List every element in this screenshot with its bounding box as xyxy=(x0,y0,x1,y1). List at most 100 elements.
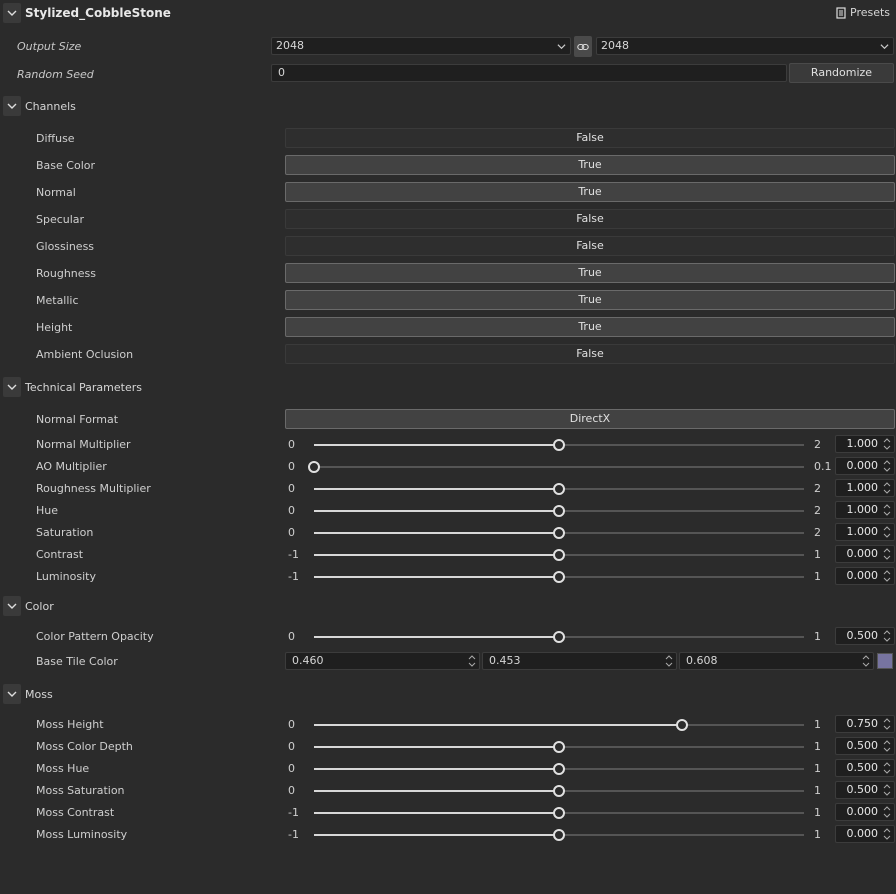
collapse-channels-button[interactable] xyxy=(3,96,21,116)
collapse-color-button[interactable] xyxy=(3,596,21,616)
slider-track[interactable] xyxy=(314,439,804,451)
slider-value-input[interactable]: 0.500 xyxy=(835,759,895,777)
channel-label: Roughness xyxy=(36,267,97,280)
collapse-moss-button[interactable] xyxy=(3,684,21,704)
slider-track[interactable] xyxy=(314,483,804,495)
channel-label: Diffuse xyxy=(36,132,75,145)
slider-track[interactable] xyxy=(314,763,804,775)
slider-handle[interactable] xyxy=(553,571,565,583)
presets-button[interactable]: Presets xyxy=(836,6,890,19)
channel-toggle-button[interactable]: True xyxy=(285,263,895,283)
slider-handle[interactable] xyxy=(308,461,320,473)
slider-fill xyxy=(314,576,559,578)
base-tile-b-input[interactable]: 0.608 xyxy=(679,652,874,670)
slider-handle[interactable] xyxy=(675,719,688,731)
slider-value-input[interactable]: 0.000 xyxy=(835,803,895,821)
slider-label: Moss Hue xyxy=(36,762,90,775)
slider-handle[interactable] xyxy=(553,763,565,775)
base-tile-r-input[interactable]: 0.460 xyxy=(285,652,480,670)
slider-track[interactable] xyxy=(314,741,804,753)
slider-value-input[interactable]: 0.750 xyxy=(835,715,895,733)
output-height-value: 2048 xyxy=(601,39,629,52)
slider-max-label: 2 xyxy=(814,438,821,451)
channel-toggle-button[interactable]: True xyxy=(285,155,895,175)
base-tile-color-swatch[interactable] xyxy=(877,653,893,669)
slider-handle[interactable] xyxy=(553,829,565,841)
slider-handle[interactable] xyxy=(553,631,565,643)
slider-handle[interactable] xyxy=(553,505,565,517)
channel-label: Specular xyxy=(36,213,85,226)
channel-toggle-button[interactable]: True xyxy=(285,290,895,310)
collapse-main-button[interactable] xyxy=(3,3,21,23)
slider-value-input[interactable]: 0.500 xyxy=(835,737,895,755)
slider-value-input[interactable]: 0.000 xyxy=(835,825,895,843)
slider-track[interactable] xyxy=(314,571,804,583)
slider-label: Normal Multiplier xyxy=(36,438,131,451)
slider-fill xyxy=(314,746,559,748)
slider-value: 0.500 xyxy=(846,761,879,774)
slider-track[interactable] xyxy=(314,527,804,539)
slider-handle[interactable] xyxy=(553,741,565,753)
slider-track[interactable] xyxy=(314,505,804,517)
slider-handle[interactable] xyxy=(553,527,565,539)
slider-handle[interactable] xyxy=(553,483,565,495)
random-seed-input[interactable]: 0 xyxy=(271,64,787,82)
slider-min-label: -1 xyxy=(288,828,299,841)
channel-toggle-button[interactable]: True xyxy=(285,317,895,337)
channel-toggle-button[interactable]: True xyxy=(285,182,895,202)
slider-track[interactable] xyxy=(314,807,804,819)
slider-handle[interactable] xyxy=(553,807,565,819)
slider-label: Moss Height xyxy=(36,718,104,731)
output-width-select[interactable]: 2048 xyxy=(271,37,571,55)
slider-value: 0.000 xyxy=(846,569,879,582)
channel-toggle-button[interactable]: False xyxy=(285,344,895,364)
slider-track[interactable] xyxy=(308,461,804,473)
base-tile-g-input[interactable]: 0.453 xyxy=(482,652,677,670)
slider-track[interactable] xyxy=(314,719,804,731)
slider-value-input[interactable]: 0.000 xyxy=(835,545,895,563)
slider-max-label: 2 xyxy=(814,482,821,495)
channel-toggle-button[interactable]: False xyxy=(285,236,895,256)
slider-value: 0.500 xyxy=(846,783,879,796)
slider-value-input[interactable]: 1.000 xyxy=(835,523,895,541)
slider-max-label: 1 xyxy=(814,762,821,775)
slider-track[interactable] xyxy=(314,549,804,561)
slider-value-input[interactable]: 0.500 xyxy=(835,781,895,799)
spinner-icon xyxy=(883,784,891,796)
channel-toggle-button[interactable]: False xyxy=(285,128,895,148)
chevron-down-icon xyxy=(7,603,17,609)
base-tile-b-value: 0.608 xyxy=(686,654,718,667)
chevron-down-icon xyxy=(7,10,17,16)
slider-value-input[interactable]: 0.500 xyxy=(835,627,895,645)
slider-min-label: 0 xyxy=(288,740,295,753)
channel-toggle-button[interactable]: False xyxy=(285,209,895,229)
link-size-button[interactable] xyxy=(574,36,592,57)
slider-handle[interactable] xyxy=(553,785,565,797)
collapse-technical-button[interactable] xyxy=(3,377,21,397)
channel-label: Metallic xyxy=(36,294,79,307)
slider-min-label: -1 xyxy=(288,548,299,561)
slider-value-input[interactable]: 0.000 xyxy=(835,567,895,585)
slider-handle[interactable] xyxy=(553,439,565,451)
slider-handle[interactable] xyxy=(553,549,565,561)
normal-format-button[interactable]: DirectX xyxy=(285,409,895,429)
slider-track[interactable] xyxy=(314,631,804,643)
slider-value-input[interactable]: 1.000 xyxy=(835,435,895,453)
slider-value: 0.000 xyxy=(846,827,879,840)
spinner-icon xyxy=(665,655,673,667)
output-height-select[interactable]: 2048 xyxy=(596,37,894,55)
channel-label: Base Color xyxy=(36,159,96,172)
slider-value-input[interactable]: 1.000 xyxy=(835,501,895,519)
graph-title: Stylized_CobbleStone xyxy=(25,6,171,20)
slider-fill xyxy=(314,510,559,512)
slider-label: Hue xyxy=(36,504,59,517)
slider-max-label: 0.1 xyxy=(814,460,832,473)
slider-value-input[interactable]: 1.000 xyxy=(835,479,895,497)
randomize-button[interactable]: Randomize xyxy=(789,63,894,83)
slider-track[interactable] xyxy=(314,785,804,797)
channel-label: Normal xyxy=(36,186,76,199)
spinner-icon xyxy=(883,504,891,516)
slider-label: Saturation xyxy=(36,526,94,539)
slider-track[interactable] xyxy=(314,829,804,841)
slider-value-input[interactable]: 0.000 xyxy=(835,457,895,475)
